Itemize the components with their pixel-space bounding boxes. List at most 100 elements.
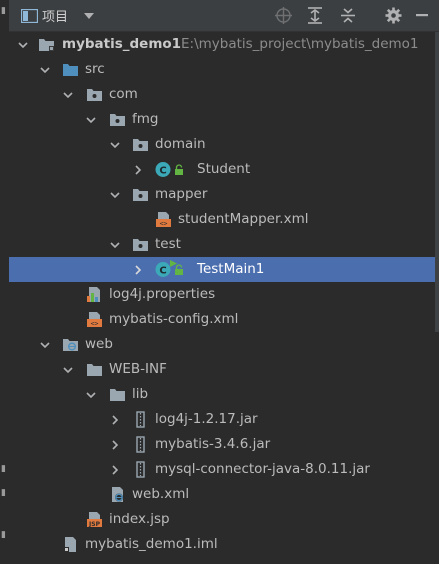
view-title-label: 项目 xyxy=(42,10,69,25)
jar-icon xyxy=(136,411,145,428)
tree-row-log4j-jar[interactable]: log4j-1.2.17.jar xyxy=(9,407,439,432)
package-icon xyxy=(133,139,148,151)
chevron-down-icon[interactable] xyxy=(62,364,74,376)
tree-row-web-xml[interactable]: web.xml xyxy=(9,482,439,507)
module-folder-icon xyxy=(39,39,54,51)
tree-item-label: mybatis_demo1.iml xyxy=(85,536,218,552)
tree-item-label: log4j-1.2.17.jar xyxy=(155,411,258,427)
settings-icon[interactable] xyxy=(382,0,404,31)
svg-text:C: C xyxy=(159,266,166,277)
tree-row-log4j-properties[interactable]: log4j.properties xyxy=(9,282,439,307)
chevron-down-icon[interactable] xyxy=(62,89,74,101)
tree-item-label: test xyxy=(155,236,181,252)
chevron-down-icon[interactable] xyxy=(39,64,51,76)
project-path: E:\mybatis_project\mybatis_demo1 xyxy=(181,36,419,52)
web-folder-icon xyxy=(63,339,78,351)
tree-item-label: WEB-INF xyxy=(109,361,167,377)
tree-row-web[interactable]: web xyxy=(9,332,439,357)
tree-row-com[interactable]: com xyxy=(9,82,439,107)
tool-window-marker-icon: ▮ xyxy=(1,530,6,540)
chevron-down-icon[interactable] xyxy=(109,189,121,201)
tool-window-marker-icon: ▮ xyxy=(1,488,6,498)
tree-item-label: mybatis-3.4.6.jar xyxy=(155,436,271,452)
svg-text:<>: <> xyxy=(91,320,99,328)
tree-row-web-inf[interactable]: WEB-INF xyxy=(9,357,439,382)
tree-row-student-mapper-xml[interactable]: <> studentMapper.xml xyxy=(9,207,439,232)
java-class-icon: C xyxy=(155,162,171,177)
expand-all-icon[interactable] xyxy=(304,0,326,31)
xml-file-icon: <> xyxy=(87,312,102,328)
tree-row-mybatis-config-xml[interactable]: <> mybatis-config.xml xyxy=(9,307,439,332)
project-toolbar: 项目 xyxy=(9,0,439,32)
jar-icon xyxy=(136,436,145,453)
tree-item-label: lib xyxy=(132,386,149,402)
chevron-right-icon[interactable] xyxy=(109,414,121,426)
locate-icon[interactable] xyxy=(272,0,294,31)
package-icon xyxy=(133,189,148,201)
tree-row-lib[interactable]: lib xyxy=(9,382,439,407)
tree-item-label: studentMapper.xml xyxy=(178,211,309,227)
tree-item-label: mapper xyxy=(155,186,208,202)
tree-row-src[interactable]: src xyxy=(9,57,439,82)
chevron-down-icon[interactable] xyxy=(39,339,51,351)
view-title[interactable]: 项目 xyxy=(42,0,82,31)
web-xml-file-icon xyxy=(112,487,123,502)
project-name: mybatis_demo1 xyxy=(62,36,182,52)
hide-icon[interactable] xyxy=(412,0,432,31)
tree-item-label: TestMain1 xyxy=(197,261,265,277)
tree-row-mysql-connector-jar[interactable]: mysql-connector-java-8.0.11.jar xyxy=(9,457,439,482)
folder-icon xyxy=(87,364,102,376)
chevron-down-icon[interactable] xyxy=(109,139,121,151)
tree-row-mybatis-jar[interactable]: mybatis-3.4.6.jar xyxy=(9,432,439,457)
tree-row-project-root[interactable]: mybatis_demo1 E:\mybatis_project\mybatis… xyxy=(9,32,439,57)
chevron-right-icon[interactable] xyxy=(109,439,121,451)
tree-item-label: web xyxy=(85,336,113,352)
chevron-down-icon[interactable] xyxy=(109,239,121,251)
tool-window-marker-icon: ▮ xyxy=(1,464,6,474)
svg-text:<>: <> xyxy=(160,220,168,228)
tree-row-domain[interactable]: domain xyxy=(9,132,439,157)
tree-item-label: index.jsp xyxy=(109,511,170,527)
collapse-all-icon[interactable] xyxy=(337,0,359,31)
tree-item-label: mybatis-config.xml xyxy=(109,311,239,327)
tree-item-label: mysql-connector-java-8.0.11.jar xyxy=(155,461,370,477)
tree-row-test[interactable]: test xyxy=(9,232,439,257)
tree-item-label: domain xyxy=(155,136,206,152)
tree-row-index-jsp[interactable]: JSP index.jsp xyxy=(9,507,439,532)
project-view-icon xyxy=(19,0,39,31)
folder-icon xyxy=(110,389,125,401)
svg-text:C: C xyxy=(159,166,166,177)
tree-row-student[interactable]: C Student xyxy=(9,157,439,182)
tree-row-testmain1[interactable]: C TestMain1 xyxy=(9,257,439,282)
xml-file-icon: <> xyxy=(156,212,171,228)
svg-text:JSP: JSP xyxy=(88,521,101,528)
chevron-down-icon[interactable] xyxy=(85,389,97,401)
package-icon xyxy=(133,239,148,251)
lock-icon xyxy=(175,264,183,275)
view-dropdown-icon[interactable] xyxy=(81,0,97,31)
tool-window-marker-icon: ▮ xyxy=(1,6,6,16)
package-icon xyxy=(110,114,125,126)
tree-row-iml-file[interactable]: mybatis_demo1.iml xyxy=(9,532,439,557)
project-tree: mybatis_demo1 E:\mybatis_project\mybatis… xyxy=(9,32,439,564)
tree-scrollbar[interactable] xyxy=(435,32,439,332)
chevron-down-icon[interactable] xyxy=(85,114,97,126)
lock-icon xyxy=(175,164,183,175)
properties-file-icon xyxy=(87,287,100,302)
tree-item-label: log4j.properties xyxy=(109,286,216,302)
chevron-right-icon[interactable] xyxy=(132,164,144,176)
jsp-file-icon: JSP xyxy=(87,512,102,528)
chevron-down-icon[interactable] xyxy=(17,39,29,51)
tree-item-label: Student xyxy=(197,161,251,177)
tree-item-label: src xyxy=(85,61,105,77)
tree-item-label: fmg xyxy=(132,111,159,127)
iml-file-icon xyxy=(64,537,76,552)
source-folder-icon xyxy=(63,64,78,76)
tree-item-label: com xyxy=(109,86,138,102)
tree-row-mapper[interactable]: mapper xyxy=(9,182,439,207)
package-icon xyxy=(87,89,102,101)
chevron-right-icon[interactable] xyxy=(132,264,144,276)
tree-row-fmg[interactable]: fmg xyxy=(9,107,439,132)
chevron-right-icon[interactable] xyxy=(109,464,121,476)
tree-item-label: web.xml xyxy=(132,486,190,502)
